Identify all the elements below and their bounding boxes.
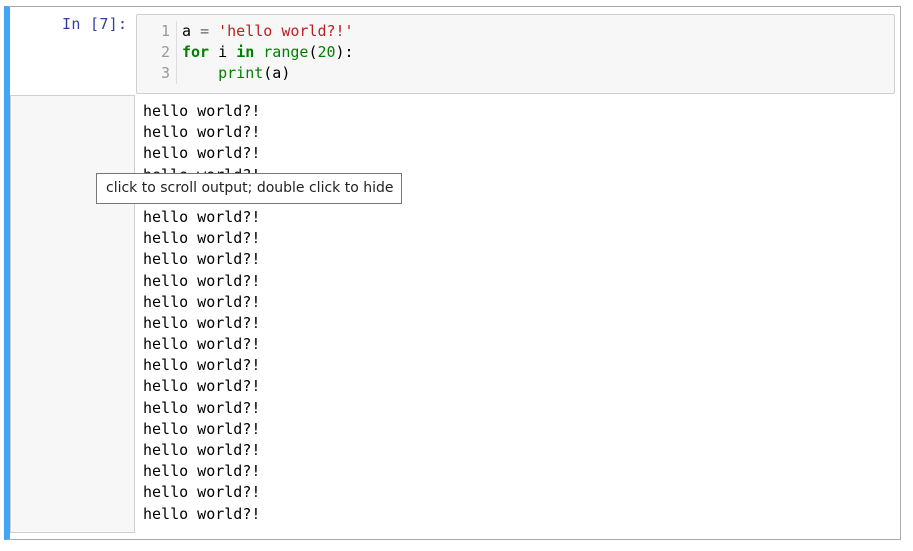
code-token: 20 (317, 43, 336, 61)
output-line: hello world?! (143, 292, 261, 311)
output-area[interactable]: hello world?! hello world?! hello world?! h… (143, 101, 883, 531)
code-token: a (182, 22, 201, 40)
output-line: hello world?! (143, 271, 261, 290)
code-editor[interactable]: 1a = 'hello world?!' 2 for i in range(20):… (136, 14, 895, 94)
output-line: hello world?! (143, 398, 261, 417)
code-text[interactable]: print(a) (177, 63, 290, 84)
code-token: 'hello world?!' (218, 22, 354, 40)
output-line: hello world?! (143, 441, 261, 459)
output-tooltip: click to scroll output; double click to … (96, 173, 402, 204)
output-line: hello world?! (143, 462, 261, 481)
line-number: 2 (137, 42, 177, 63)
output-collapse-toggle[interactable] (10, 95, 135, 533)
output-line: hello world?! (143, 504, 261, 523)
output-line: hello world?! (143, 356, 261, 375)
code-token: in (236, 43, 255, 61)
code-line[interactable]: 2 for i in range(20): (137, 42, 354, 63)
code-token: for (182, 43, 210, 61)
output-line: hello world?! (143, 313, 261, 332)
output-line: hello world?! (143, 335, 261, 354)
line-number: 3 (137, 63, 177, 84)
output-line: hello world?! (143, 144, 261, 163)
output-line: hello world?! (143, 207, 261, 226)
output-line: hello world?! (143, 377, 261, 396)
code-token: i (209, 43, 237, 61)
line-number: 1 (137, 21, 177, 42)
code-token: (a) (263, 64, 291, 82)
code-line[interactable]: 1a = 'hello world?!' (137, 21, 354, 42)
output-line: hello world?! (143, 123, 261, 142)
output-line: hello world?! (143, 483, 261, 502)
code-token: = (200, 22, 210, 40)
code-text[interactable]: for i in range(20): (177, 42, 354, 63)
output-line: hello world?! (143, 229, 261, 248)
code-token: range (263, 43, 309, 61)
output-line: hello world?! (143, 250, 261, 269)
code-text[interactable]: a = 'hello world?!' (177, 21, 354, 42)
code-token: ): (335, 43, 354, 61)
code-line[interactable]: 3 print(a) (137, 63, 290, 84)
input-prompt: In [7]: (62, 15, 128, 33)
code-token: print (218, 64, 264, 82)
output-line: hello world?! (143, 419, 261, 438)
output-line: hello world?! (143, 102, 261, 120)
